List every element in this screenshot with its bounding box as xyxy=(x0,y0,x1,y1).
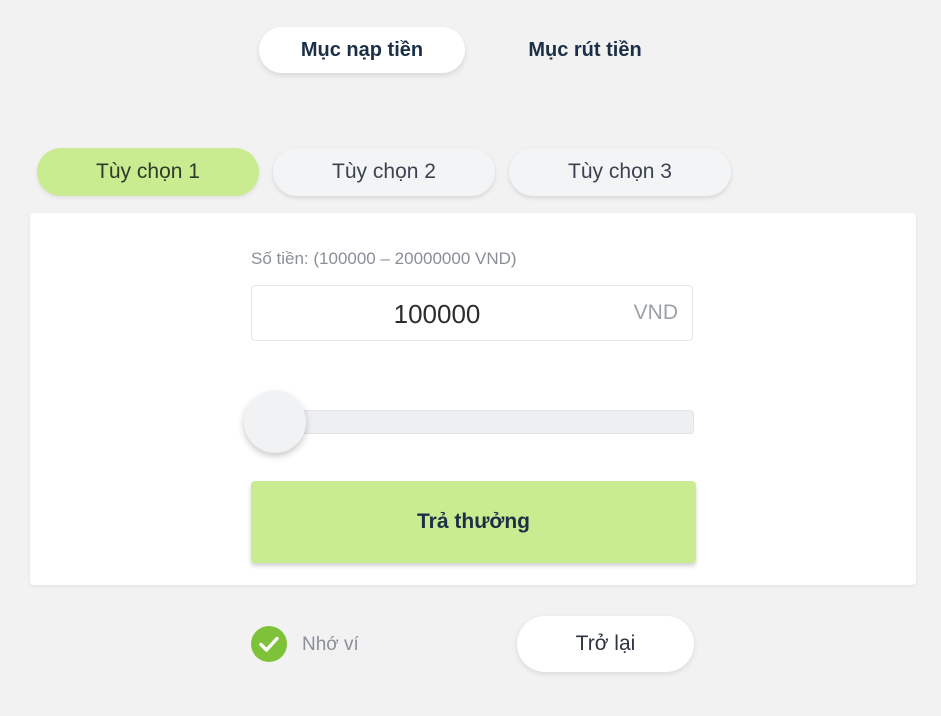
option-tab-2[interactable]: Tùy chọn 2 xyxy=(273,148,495,196)
withdraw-submit-button[interactable]: Trả thưởng xyxy=(251,481,696,563)
amount-input[interactable] xyxy=(252,286,622,342)
amount-slider-thumb[interactable] xyxy=(244,391,306,453)
option-tab-3[interactable]: Tùy chọn 3 xyxy=(509,148,731,196)
tab-withdraw[interactable]: Mục rút tiền xyxy=(480,27,690,73)
check-icon xyxy=(259,636,279,652)
tab-deposit[interactable]: Mục nạp tiền xyxy=(259,27,465,73)
amount-field[interactable]: VND xyxy=(251,285,693,342)
back-button[interactable]: Trở lại xyxy=(517,616,694,672)
option-tab-1[interactable]: Tùy chọn 1 xyxy=(37,148,259,196)
amount-unit: VND xyxy=(633,301,678,324)
remember-wallet-checkbox[interactable] xyxy=(251,626,287,662)
remember-wallet-label: Nhớ ví xyxy=(302,634,359,655)
amount-label: Số tiền: (100000 – 20000000 VND) xyxy=(251,249,517,268)
amount-slider-track[interactable] xyxy=(251,410,694,434)
amount-card: Số tiền: (100000 – 20000000 VND) VND Trả… xyxy=(30,213,916,585)
